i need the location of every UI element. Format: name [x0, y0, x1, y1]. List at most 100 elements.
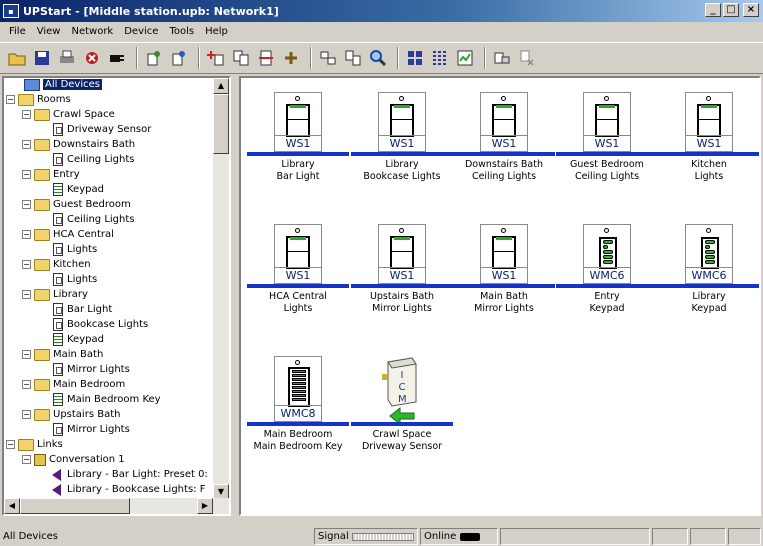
clear-icon[interactable]: [516, 47, 538, 69]
collapse-icon[interactable]: −: [22, 230, 31, 239]
collapse-icon[interactable]: −: [22, 380, 31, 389]
tree-node-device[interactable]: Bookcase Lights: [50, 317, 148, 332]
tree-node-link-member[interactable]: Library - Bar Light: Preset 0:: [52, 467, 208, 482]
device-config-icon[interactable]: [168, 47, 190, 69]
close-button[interactable]: ×: [743, 3, 759, 17]
device-tile[interactable]: WS1 Main Bath Mirror Lights: [453, 224, 555, 315]
collapse-icon[interactable]: −: [22, 350, 31, 359]
menu-device[interactable]: Device: [119, 26, 164, 37]
device-tile[interactable]: WS1 Library Bookcase Lights: [351, 92, 453, 183]
device-tile[interactable]: WS1 Guest Bedroom Ceiling Lights: [556, 92, 658, 183]
tree-node-links[interactable]: − Links: [6, 437, 63, 452]
tree-node-room[interactable]: − HCA Central: [22, 227, 114, 242]
collapse-icon[interactable]: −: [22, 170, 31, 179]
collapse-icon[interactable]: −: [22, 410, 31, 419]
large-icons-view-icon[interactable]: [404, 47, 426, 69]
collapse-icon[interactable]: −: [6, 95, 15, 104]
tree-node-room[interactable]: − Guest Bedroom: [22, 197, 131, 212]
keypad-icon: [53, 183, 63, 196]
export-icon[interactable]: [491, 47, 513, 69]
scroll-thumb[interactable]: [20, 498, 130, 514]
find-icon[interactable]: [367, 47, 389, 69]
menu-view[interactable]: View: [32, 26, 67, 37]
signal-indicator: Signal: [314, 528, 418, 545]
tree-node-device[interactable]: Ceiling Lights: [50, 212, 135, 227]
window-controls: _ □ ×: [705, 3, 759, 17]
device-tile[interactable]: WS1 Upstairs Bath Mirror Lights: [351, 224, 453, 315]
add-device-icon[interactable]: [205, 47, 227, 69]
tree-node-rooms[interactable]: − Rooms: [6, 92, 71, 107]
switch-icon: [53, 423, 63, 436]
menu-network[interactable]: Network: [66, 26, 119, 37]
collapse-icon[interactable]: −: [22, 140, 31, 149]
device-tile[interactable]: WS1 Library Bar Light: [247, 92, 349, 183]
tree-node-device[interactable]: Main Bedroom Key: [50, 392, 161, 407]
tree-node-device[interactable]: Mirror Lights: [50, 422, 130, 437]
tree-node-room[interactable]: − Main Bath: [22, 347, 103, 362]
print-icon[interactable]: [56, 47, 78, 69]
tree-node-device[interactable]: Bar Light: [50, 302, 112, 317]
menu-file[interactable]: File: [4, 26, 32, 37]
scroll-up-icon[interactable]: ▲: [213, 78, 229, 94]
collapse-icon[interactable]: −: [6, 440, 15, 449]
small-icons-view-icon[interactable]: [429, 47, 451, 69]
tree-node-device[interactable]: Lights: [50, 272, 97, 287]
network-icon[interactable]: [317, 47, 339, 69]
tree-node-room[interactable]: − Main Bedroom: [22, 377, 125, 392]
save-icon[interactable]: [31, 47, 53, 69]
tree-node-link-member[interactable]: Library - Bookcase Lights: F: [52, 482, 205, 497]
menu-tools[interactable]: Tools: [164, 26, 200, 37]
device-tile[interactable]: WMC8 Main Bedroom Main Bedroom Key: [247, 356, 349, 453]
scroll-right-icon[interactable]: ▶: [197, 498, 213, 514]
scroll-thumb[interactable]: [213, 94, 229, 154]
collapse-icon[interactable]: −: [22, 260, 31, 269]
device-tile[interactable]: WMC6 Entry Keypad: [556, 224, 658, 315]
maximize-button[interactable]: □: [723, 3, 739, 17]
disconnect-icon[interactable]: [81, 47, 103, 69]
tree-node-device[interactable]: Keypad: [50, 332, 104, 347]
collapse-icon[interactable]: −: [22, 200, 31, 209]
link-icon[interactable]: [280, 47, 302, 69]
tree-node-device[interactable]: Keypad: [50, 182, 104, 197]
tree-node-link[interactable]: − Conversation 1: [22, 452, 125, 467]
tree-node-device[interactable]: Driveway Sensor: [50, 122, 151, 137]
window-title: UPStart - [Middle station.upb: Network1]: [23, 4, 279, 18]
collapse-icon[interactable]: −: [22, 455, 31, 464]
connect-plug-icon[interactable]: [106, 47, 128, 69]
tree-node-device[interactable]: Ceiling Lights: [50, 152, 135, 167]
device-tile[interactable]: WS1 Downstairs Bath Ceiling Lights: [453, 92, 555, 183]
device-properties-icon[interactable]: [143, 47, 165, 69]
collapse-icon[interactable]: −: [22, 110, 31, 119]
copy-device-icon[interactable]: [230, 47, 252, 69]
scroll-left-icon[interactable]: ◀: [4, 498, 20, 514]
device-tile[interactable]: WMC6 Library Keypad: [658, 224, 759, 315]
arrow-left-icon: [52, 483, 61, 496]
tree-horizontal-scrollbar[interactable]: ◀ ▶: [4, 498, 229, 514]
transfer-icon[interactable]: [342, 47, 364, 69]
tree-node-room[interactable]: − Crawl Space: [22, 107, 115, 122]
device-tile[interactable]: ICM Crawl Space Driveway Sensor: [351, 356, 453, 453]
tree-node-room[interactable]: − Downstairs Bath: [22, 137, 135, 152]
minimize-button[interactable]: _: [705, 3, 721, 17]
tree-vertical-scrollbar[interactable]: ▲ ▼: [213, 78, 229, 500]
collapse-icon[interactable]: −: [22, 290, 31, 299]
tree-node-room[interactable]: − Kitchen: [22, 257, 91, 272]
tree-node-room[interactable]: − Library: [22, 287, 88, 302]
open-folder-icon[interactable]: [6, 47, 28, 69]
tree-node-device[interactable]: Mirror Lights: [50, 362, 130, 377]
tree-node-room[interactable]: − Entry: [22, 167, 80, 182]
remove-device-icon[interactable]: [255, 47, 277, 69]
device-tile[interactable]: WS1 HCA Central Lights: [247, 224, 349, 315]
device-tile[interactable]: WS1 Kitchen Lights: [658, 92, 759, 183]
device-status-bar: [351, 284, 453, 288]
device-status-bar: [556, 152, 658, 156]
wall-switch-icon: WS1: [480, 224, 528, 284]
resize-grip-icon[interactable]: [728, 528, 761, 545]
network-icon: [24, 78, 40, 91]
tree-node-all-devices[interactable]: All Devices: [24, 78, 102, 92]
tree-node-device[interactable]: Lights: [50, 242, 97, 257]
details-view-icon[interactable]: [454, 47, 476, 69]
menu-help[interactable]: Help: [200, 26, 234, 37]
tree-node-room[interactable]: − Upstairs Bath: [22, 407, 120, 422]
toolbar-separator: [310, 47, 312, 69]
